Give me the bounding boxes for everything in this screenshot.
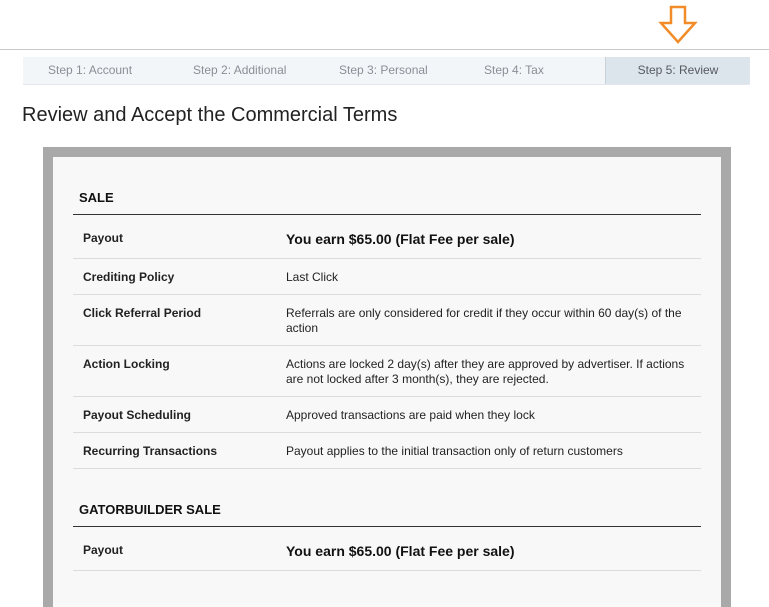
row-value-recurring-transactions: Payout applies to the initial transactio… <box>286 444 623 458</box>
row-label-action-locking: Action Locking <box>83 357 170 371</box>
wizard-steps: Step 1: Account Step 2: Additional Step … <box>23 57 750 85</box>
section-title-gatorbuilder-sale: GATORBUILDER SALE <box>79 502 221 517</box>
row-divider <box>73 570 701 571</box>
row-value-action-locking: Actions are locked 2 day(s) after they a… <box>286 357 685 386</box>
row-label-payout: Payout <box>83 231 124 245</box>
row-divider <box>73 432 701 433</box>
row-label-payout-scheduling: Payout Scheduling <box>83 408 192 422</box>
section-divider <box>73 214 701 215</box>
row-value-payout: You earn $65.00 (Flat Fee per sale) <box>286 231 515 247</box>
row-label-crediting-policy: Crediting Policy <box>83 270 175 284</box>
header-divider <box>0 49 769 50</box>
row-value-payout-scheduling: Approved transactions are paid when they… <box>286 408 535 422</box>
row-value-crediting-policy: Last Click <box>286 270 339 284</box>
row-divider <box>73 294 701 295</box>
section-title-sale: SALE <box>79 190 114 205</box>
row-divider <box>73 396 701 397</box>
step-tax[interactable]: Step 4: Tax <box>484 57 544 84</box>
row-divider <box>73 258 701 259</box>
row-label-payout: Payout <box>83 543 124 557</box>
step-personal[interactable]: Step 3: Personal <box>339 57 428 84</box>
row-value-click-referral-period: Referrals are only considered for credit… <box>286 306 682 335</box>
row-label-recurring-transactions: Recurring Transactions <box>83 444 218 458</box>
step-additional[interactable]: Step 2: Additional <box>193 57 286 84</box>
step-account[interactable]: Step 1: Account <box>48 57 132 84</box>
step-review[interactable]: Step 5: Review <box>605 57 750 84</box>
page-title: Review and Accept the Commercial Terms <box>22 104 398 126</box>
section-divider <box>73 526 701 527</box>
down-arrow-icon <box>658 5 698 44</box>
row-divider <box>73 345 701 346</box>
row-label-click-referral-period: Click Referral Period <box>83 306 202 320</box>
row-divider <box>73 468 701 469</box>
row-value-payout: You earn $65.00 (Flat Fee per sale) <box>286 543 515 559</box>
